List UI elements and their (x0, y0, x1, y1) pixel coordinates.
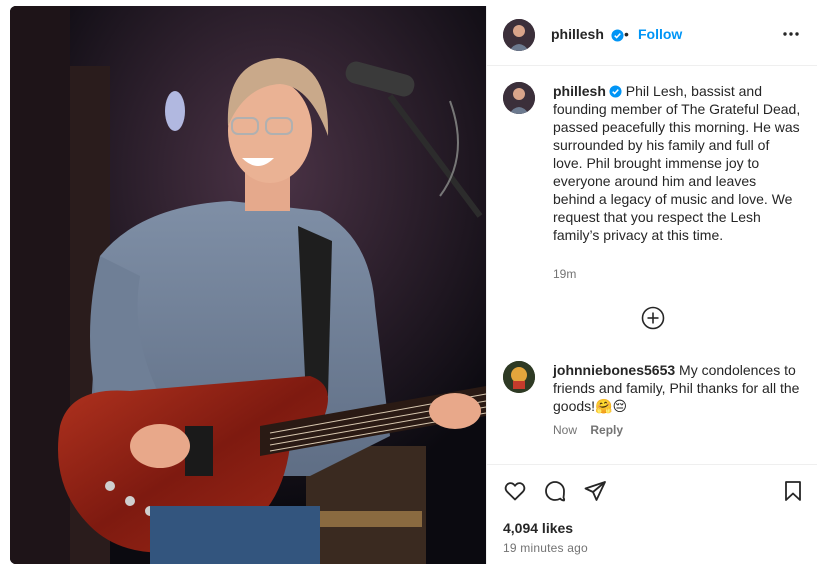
verified-badge-icon (611, 29, 624, 42)
paper-plane-icon[interactable] (583, 479, 607, 503)
post-photo[interactable] (10, 6, 486, 564)
commenter-avatar[interactable] (503, 361, 535, 393)
caption-body: Phil Lesh, bassist and founding member o… (553, 83, 801, 243)
verified-badge-icon (609, 85, 622, 98)
posted-time: 19 minutes ago (503, 541, 588, 555)
post-side-panel: phillesh • Follow phillesh Phil Lesh, ba… (486, 6, 817, 564)
caption-timestamp: 19m (553, 267, 577, 281)
bookmark-icon[interactable] (781, 479, 805, 503)
comment-text: johnniebones5653 My condolences to frien… (553, 361, 809, 415)
musician-photo-illustration (10, 6, 486, 564)
comment-timestamp: Now (553, 423, 578, 437)
follow-button[interactable]: Follow (638, 26, 682, 42)
commenter-username[interactable]: johnniebones5653 (553, 362, 675, 378)
comment-bubble-icon[interactable] (543, 479, 567, 503)
reply-button[interactable]: Reply (590, 423, 623, 437)
comment-meta: Now Reply (553, 423, 623, 437)
instagram-post: phillesh • Follow phillesh Phil Lesh, ba… (0, 0, 820, 568)
caption-text: phillesh Phil Lesh, bassist and founding… (553, 82, 801, 244)
author-username[interactable]: phillesh (551, 26, 604, 42)
more-options-icon[interactable] (781, 24, 801, 44)
likes-count[interactable]: 4,094 likes (503, 520, 573, 536)
action-bar: 4,094 likes 19 minutes ago (487, 464, 817, 564)
plus-circle-icon[interactable] (641, 306, 665, 330)
caption-username[interactable]: phillesh (553, 83, 606, 99)
post-header: phillesh • Follow (487, 6, 817, 66)
heart-icon[interactable] (503, 479, 527, 503)
separator-dot: • (624, 26, 629, 42)
author-avatar[interactable] (503, 19, 535, 51)
caption-author-avatar[interactable] (503, 82, 535, 114)
